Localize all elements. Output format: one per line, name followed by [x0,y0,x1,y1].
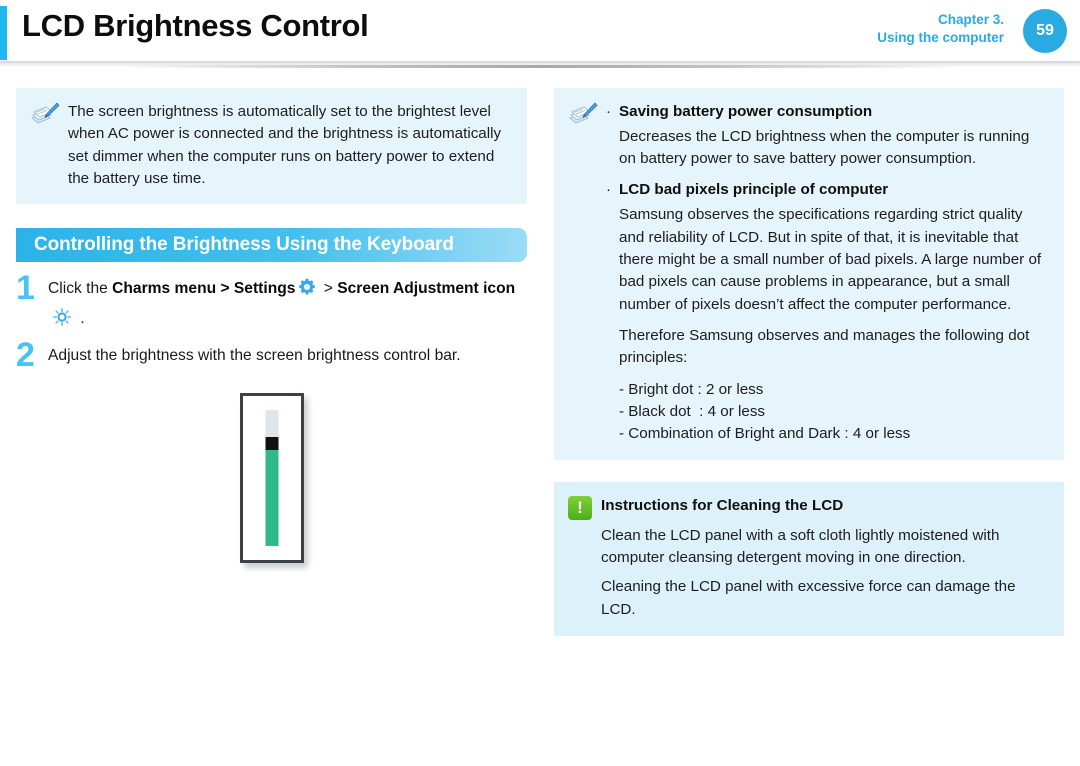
brightness-sun-icon [50,307,74,335]
step1-bold2: Screen Adjustment icon [337,280,516,298]
note-box-lcd-info: · Saving battery power consumption Decre… [554,88,1064,460]
step-text: Click the Charms menu > Settings > Scree… [48,276,527,335]
chapter-name: Using the computer [877,30,1004,46]
step-number: 1 [16,269,35,308]
dot-principles-intro: Therefore Samsung observes and manages t… [619,327,1030,367]
right-column: · Saving battery power consumption Decre… [554,88,1064,636]
chapter-label: Chapter 3. Using the computer [877,11,1004,47]
note-pen-icon [568,102,598,128]
left-column: The screen brightness is automatically s… [16,88,527,564]
slider-thumb[interactable] [265,437,278,450]
section-header: Controlling the Brightness Using the Key… [16,228,527,263]
dot-principles-list: - Bright dot : 2 or less - Black dot : 4… [619,380,911,443]
section-header-title: Controlling the Brightness Using the Key… [34,234,454,256]
page-title: LCD Brightness Control [22,8,369,43]
note-body: · Saving battery power consumption Decre… [606,101,1050,446]
gear-icon [297,277,317,305]
caution-paragraph-1: Clean the LCD panel with a soft cloth li… [601,526,1000,566]
step1-part3: . [76,309,85,327]
note-body: The screen brightness is automatically s… [68,101,513,190]
caution-box-cleaning: ! Instructions for Cleaning the LCD Clea… [554,481,1064,636]
slider-empty-region [265,410,278,438]
slider-fill [265,449,278,547]
caution-paragraph-2: Cleaning the LCD panel with excessive fo… [601,578,1016,618]
bullet-title: LCD bad pixels principle of computer [619,181,889,199]
bullet-body: Decreases the LCD brightness when the co… [619,127,1030,168]
chapter-number: Chapter 3. [937,12,1004,27]
step-item-1: 1 Click the Charms menu > Settings > Scr… [16,269,527,335]
bullet-title: Saving battery power consumption [619,103,873,120]
steps-list: 1 Click the Charms menu > Settings > Scr… [16,269,527,374]
figure-wrapper [16,393,527,564]
step-number: 2 [16,335,35,374]
bullet-dot-icon: · [606,181,611,199]
header-accent-bar [0,6,7,60]
note-text: The screen brightness is automatically s… [68,103,502,188]
bullet-dot-icon: · [606,103,611,120]
brightness-control-bar [239,393,304,564]
header-divider-shadow [120,65,960,68]
note-pen-icon [30,102,60,128]
page-number-badge: 59 [1023,9,1067,53]
caution-title: Instructions for Cleaning the LCD [601,496,844,514]
exclamation-icon: ! [568,495,592,520]
bullet-item-battery: · Saving battery power consumption Decre… [606,101,1050,170]
step1-bold1: Charms menu > Settings [112,280,296,298]
step-text: Adjust the brightness with the screen br… [48,346,461,364]
note-box-brightness: The screen brightness is automatically s… [16,88,527,205]
bullet-item-bad-pixels: · LCD bad pixels principle of computer S… [606,179,1050,316]
step1-part1: Click the [48,280,113,298]
step-item-2: 2 Adjust the brightness with the screen … [16,335,527,374]
page-header: LCD Brightness Control Chapter 3. Using … [0,0,1080,68]
step1-part2: > [319,280,338,298]
bullet-body: Samsung observes the specifications rega… [619,206,1042,313]
caution-body: Instructions for Cleaning the LCD Clean … [601,495,1048,621]
brightness-slider-track[interactable] [265,410,278,547]
